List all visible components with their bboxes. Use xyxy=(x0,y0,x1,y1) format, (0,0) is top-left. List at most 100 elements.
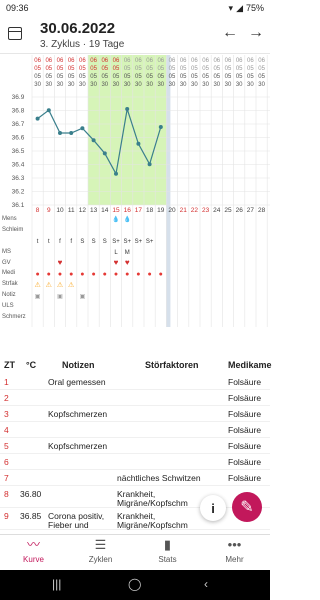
cell-zt: 2 xyxy=(4,393,9,403)
medi-pill-icon: ● xyxy=(114,271,118,278)
y-tick-label: 36.2 xyxy=(12,189,25,196)
hour-label: 05 xyxy=(157,66,164,72)
hour-label: 06 xyxy=(124,58,131,64)
hour-label: 05 xyxy=(247,66,254,72)
hour-label: 06 xyxy=(113,58,120,64)
hour-label: 05 xyxy=(225,66,232,72)
hour-label: 05 xyxy=(157,74,164,80)
notiz-icon: ▣ xyxy=(35,294,41,300)
hour-label: 05 xyxy=(57,74,64,80)
hour-label: 05 xyxy=(146,66,153,72)
hour-label: 05 xyxy=(34,66,41,72)
hour-label: 05 xyxy=(236,66,243,72)
hour-label: 05 xyxy=(225,74,232,80)
arrow-left-icon[interactable]: ← xyxy=(222,24,238,42)
hour-label: 30 xyxy=(45,82,52,88)
temp-point xyxy=(80,126,85,131)
cell-zt: 1 xyxy=(4,377,9,387)
strfak-warning-icon: ⚠ xyxy=(46,281,52,289)
app-bar: 30.06.2022 3. Zyklus · 19 Tage ← → xyxy=(0,16,270,54)
hour-label: 05 xyxy=(113,74,120,80)
y-tick-label: 36.3 xyxy=(12,175,25,182)
notiz-icon: ▣ xyxy=(57,294,63,300)
table-row[interactable]: 3 Kopfschmerzen Folsäure xyxy=(0,406,270,422)
hour-label: 06 xyxy=(247,58,254,64)
strfak-warning-icon: ⚠ xyxy=(34,281,40,289)
hour-label: 30 xyxy=(258,82,265,88)
hour-label: 30 xyxy=(101,82,108,88)
medi-pill-icon: ● xyxy=(58,271,62,278)
hour-label: 06 xyxy=(236,58,243,64)
signal-icon: ◢ xyxy=(236,2,243,13)
nav-stats[interactable]: ▮ Stats xyxy=(134,535,201,571)
day-label: 8 xyxy=(36,207,40,214)
hour-label: 05 xyxy=(57,66,64,72)
temperature-chart[interactable]: 36.9 36.8 36.7 36.6 36.5 36.4 36.3 36.2 36.1 06 05… xyxy=(0,55,270,327)
day-label: 9 xyxy=(47,207,51,214)
cell-note: Oral gemessen xyxy=(48,377,106,387)
cell-zt: 9 xyxy=(4,511,9,521)
hour-label: 05 xyxy=(213,74,220,80)
battery-level: 75% xyxy=(245,3,264,13)
medi-pill-icon: ● xyxy=(125,271,129,278)
hour-label: 30 xyxy=(124,82,131,88)
nav-mehr[interactable]: ••• Mehr xyxy=(201,535,268,571)
table-row[interactable]: 1 Oral gemessen Folsäure xyxy=(0,374,270,390)
hour-label: 05 xyxy=(90,66,97,72)
home-icon[interactable]: ◯ xyxy=(128,577,141,591)
table-row[interactable]: 4 Folsäure xyxy=(0,422,270,438)
hour-label: 06 xyxy=(213,58,220,64)
status-time: 09:36 xyxy=(6,3,29,13)
schleim-value: S+ xyxy=(146,239,154,245)
hour-label: 05 xyxy=(34,74,41,80)
hour-label: 30 xyxy=(169,82,176,88)
table-row[interactable]: 7 nächtliches Schwitzen Folsäure xyxy=(0,470,270,486)
hour-label: 05 xyxy=(247,74,254,80)
info-button[interactable]: i xyxy=(200,495,226,521)
hour-label: 05 xyxy=(236,74,243,80)
day-label: 24 xyxy=(213,207,221,214)
nav-kurve[interactable]: 〰 Kurve xyxy=(0,535,67,571)
row-label: Schmerz xyxy=(2,314,26,320)
cycle-subtitle: 3. Zyklus · 19 Tage xyxy=(40,39,125,50)
hour-label: 05 xyxy=(135,66,142,72)
temp-point xyxy=(136,141,141,146)
hour-label: 05 xyxy=(135,74,142,80)
nav-mehr-label: Mehr xyxy=(225,555,244,564)
hour-label: 30 xyxy=(146,82,153,88)
cell-stor-line2: Migräne/Kopfschm xyxy=(117,498,188,508)
table-row[interactable]: 8 36.80 Krankheit, Migräne/Kopfschm xyxy=(0,486,270,508)
table-row[interactable]: 5 Kopfschmerzen Folsäure xyxy=(0,438,270,454)
hour-label: 05 xyxy=(101,74,108,80)
temp-point xyxy=(91,138,96,143)
cell-zt: 3 xyxy=(4,409,9,419)
schleim-value: S+ xyxy=(135,239,143,245)
day-label: 18 xyxy=(146,207,154,214)
hour-label: 30 xyxy=(157,82,164,88)
schleim-value: S xyxy=(80,239,84,245)
table-row[interactable]: 2 Folsäure xyxy=(0,390,270,406)
day-label: 21 xyxy=(180,207,188,214)
cell-stor-line2: Migräne/Kopfschm xyxy=(117,520,188,530)
day-label: 15 xyxy=(112,207,120,214)
nav-zyklen[interactable]: ☰ Zyklen xyxy=(67,535,134,571)
y-tick-label: 36.7 xyxy=(12,121,25,128)
back-icon[interactable]: ‹ xyxy=(204,577,208,591)
calendar-icon[interactable] xyxy=(8,27,22,40)
bar-chart-icon: ▮ xyxy=(163,537,172,552)
recents-icon[interactable]: ||| xyxy=(52,577,61,591)
bottom-nav: 〰 Kurve ☰ Zyklen ▮ Stats ••• Mehr xyxy=(0,534,270,570)
hour-label: 05 xyxy=(146,74,153,80)
table-row[interactable]: 6 Folsäure xyxy=(0,454,270,470)
gv-heart-icon: ♥ xyxy=(114,258,119,267)
arrow-right-icon[interactable]: → xyxy=(248,24,264,42)
day-label: 19 xyxy=(157,207,165,214)
table-row[interactable]: 9 36.85 Corona positiv, Krankheit, Migräne/K… xyxy=(0,508,270,530)
temp-point xyxy=(102,151,107,156)
hour-label: 06 xyxy=(157,58,164,64)
mens-drop-icon: 💧 xyxy=(112,215,119,223)
y-tick-label: 36.5 xyxy=(12,148,25,155)
row-label: GV xyxy=(2,260,11,266)
hour-label: 05 xyxy=(113,66,120,72)
edit-button[interactable]: ✎ xyxy=(232,492,262,522)
